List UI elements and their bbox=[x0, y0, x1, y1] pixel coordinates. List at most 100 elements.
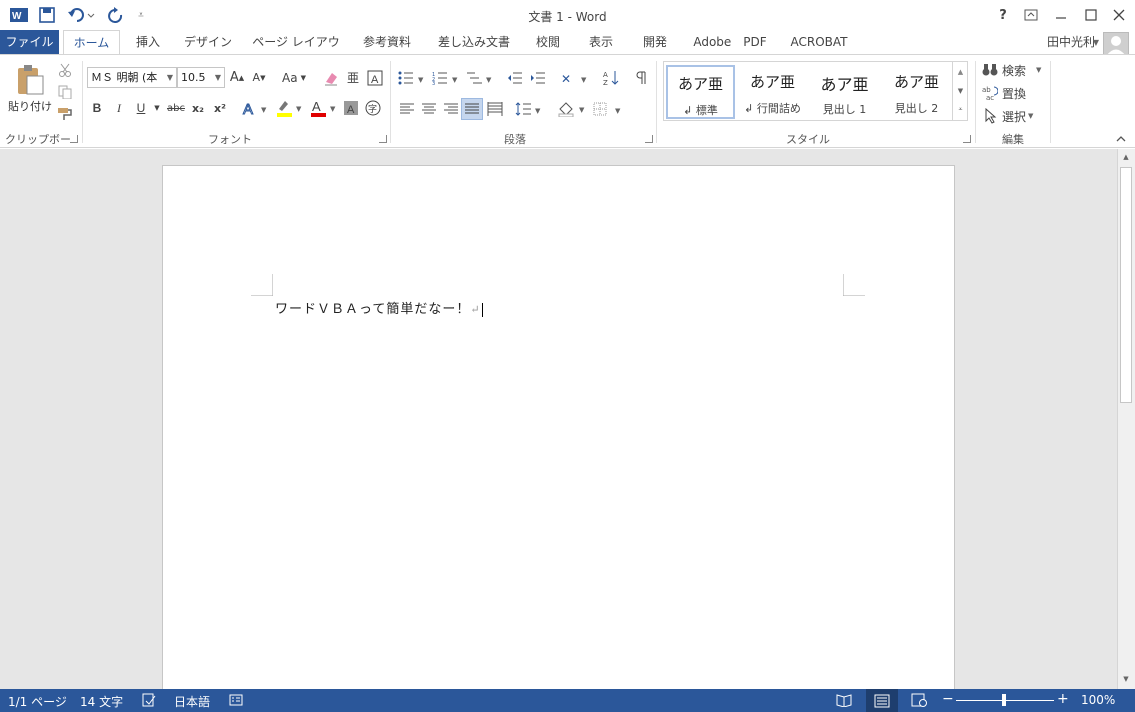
user-chevron-down-icon[interactable]: ▼ bbox=[1093, 38, 1099, 47]
subscript-button[interactable]: x₂ bbox=[189, 99, 207, 117]
title-bar: W ⩡ 文書 1 - Word ? bbox=[0, 0, 1135, 30]
maximize-button[interactable] bbox=[1076, 3, 1106, 27]
style-sample: あア亜 bbox=[893, 73, 939, 91]
scroll-up-icon[interactable]: ▲ bbox=[1120, 151, 1132, 163]
svg-text:A: A bbox=[603, 71, 608, 79]
zoom-in-icon[interactable]: + bbox=[1057, 691, 1069, 707]
collapse-ribbon-icon[interactable] bbox=[1114, 133, 1128, 145]
tab-developer[interactable]: 開発 bbox=[638, 30, 672, 54]
svg-text:✕: ✕ bbox=[561, 72, 571, 85]
macro-record-icon[interactable] bbox=[229, 693, 243, 710]
tab-review[interactable]: 校閲 bbox=[533, 30, 563, 54]
tab-mailings[interactable]: 差し込み文書 bbox=[436, 30, 512, 54]
align-right-icon[interactable] bbox=[441, 99, 461, 119]
bullets-icon[interactable]: ▼ bbox=[397, 67, 427, 88]
italic-button[interactable]: I bbox=[111, 99, 127, 117]
format-painter-icon[interactable] bbox=[56, 105, 74, 123]
group-separator bbox=[656, 61, 657, 143]
proofing-icon[interactable] bbox=[142, 693, 156, 710]
replace-button[interactable]: ab ac 置換 bbox=[982, 84, 1042, 102]
enclose-characters-icon[interactable]: 字 bbox=[364, 99, 382, 117]
clear-formatting-icon[interactable] bbox=[322, 67, 340, 88]
tab-view[interactable]: 表示 bbox=[585, 30, 617, 54]
asian-layout-icon[interactable]: ✕ ▼ bbox=[560, 67, 590, 88]
minimize-button[interactable] bbox=[1046, 3, 1076, 27]
sort-icon[interactable]: AZ bbox=[601, 67, 621, 88]
align-left-icon[interactable] bbox=[397, 99, 417, 119]
vertical-scrollbar[interactable]: ▲ ▼ bbox=[1117, 149, 1135, 689]
tab-adobe-pdf[interactable]: Adobe PDF bbox=[692, 30, 768, 54]
gallery-down-icon[interactable]: ▼ bbox=[953, 81, 968, 100]
tab-page-layout[interactable]: ページ レイアウト bbox=[252, 30, 340, 73]
font-name-combo[interactable]: ＭＳ 明朝 (本 ▼ bbox=[87, 67, 177, 88]
line-spacing-icon[interactable]: ▼ bbox=[514, 99, 544, 119]
page-count[interactable]: 1/1 ページ bbox=[8, 693, 67, 710]
find-button[interactable]: 検索 ▼ bbox=[982, 61, 1042, 79]
read-mode-icon[interactable] bbox=[836, 693, 852, 710]
tab-file[interactable]: ファイル bbox=[0, 30, 59, 54]
help-icon[interactable]: ? bbox=[988, 3, 1018, 27]
select-button[interactable]: 選択 ▼ bbox=[982, 107, 1042, 125]
ribbon-display-options-icon[interactable] bbox=[1016, 3, 1046, 27]
grow-font-button[interactable]: A ▲ bbox=[228, 67, 246, 88]
tab-acrobat[interactable]: ACROBAT bbox=[788, 30, 850, 54]
document-text[interactable]: ワードＶＢＡって簡単だなー！↵ bbox=[275, 298, 483, 317]
superscript-button[interactable]: x² bbox=[211, 99, 229, 117]
cut-icon[interactable] bbox=[56, 61, 74, 79]
scroll-down-icon[interactable]: ▼ bbox=[1120, 673, 1132, 685]
tab-insert[interactable]: 挿入 bbox=[130, 30, 166, 54]
document-page[interactable]: ワードＶＢＡって簡単だなー！↵ bbox=[162, 165, 955, 705]
font-color-icon[interactable]: A ▼ bbox=[308, 99, 338, 117]
borders-icon[interactable]: ▼ bbox=[592, 99, 624, 119]
change-case-label: Aa bbox=[282, 70, 298, 85]
language[interactable]: 日本語 bbox=[174, 693, 210, 710]
close-button[interactable] bbox=[1104, 3, 1134, 27]
zoom-level[interactable]: 100% bbox=[1081, 693, 1115, 707]
bold-button[interactable]: B bbox=[89, 99, 105, 117]
highlight-color-icon[interactable]: ▼ bbox=[274, 99, 304, 117]
paragraph-launcher-icon[interactable] bbox=[645, 135, 653, 143]
numbering-icon[interactable]: 1 2 3 ▼ bbox=[431, 67, 461, 88]
shading-icon[interactable]: ▼ bbox=[556, 99, 588, 119]
style-heading-2[interactable]: あア亜 見出し 2 bbox=[882, 65, 951, 119]
underline-button[interactable]: U bbox=[133, 99, 149, 117]
tab-home[interactable]: ホーム bbox=[63, 30, 120, 55]
change-case-button[interactable]: Aa ▼ bbox=[278, 67, 310, 88]
clipboard-launcher-icon[interactable] bbox=[70, 135, 78, 143]
gallery-more-icon[interactable]: ⩡ bbox=[953, 100, 968, 119]
justify-icon[interactable] bbox=[461, 98, 483, 120]
paste-button[interactable]: 貼り付け bbox=[8, 59, 52, 119]
styles-scroll: ▲ ▼ ⩡ bbox=[952, 62, 967, 120]
scroll-thumb[interactable] bbox=[1120, 167, 1132, 403]
tab-design[interactable]: デザイン bbox=[183, 30, 233, 54]
distributed-icon[interactable] bbox=[485, 99, 505, 119]
copy-icon[interactable] bbox=[56, 83, 74, 101]
shrink-font-label: A bbox=[252, 71, 261, 84]
web-layout-icon[interactable] bbox=[911, 693, 927, 710]
show-hide-marks-icon[interactable] bbox=[632, 67, 652, 88]
font-size-combo[interactable]: 10.5 ▼ bbox=[177, 67, 225, 88]
phonetic-guide-icon[interactable]: 亜 bbox=[344, 67, 362, 88]
shrink-font-button[interactable]: A ▼ bbox=[250, 67, 268, 88]
user-name[interactable]: 田中光利 bbox=[1047, 33, 1095, 50]
font-launcher-icon[interactable] bbox=[379, 135, 387, 143]
underline-chevron-down-icon[interactable]: ▼ bbox=[152, 99, 162, 117]
styles-launcher-icon[interactable] bbox=[963, 135, 971, 143]
align-center-icon[interactable] bbox=[419, 99, 439, 119]
style-normal[interactable]: あア亜 ↲ 標準 bbox=[666, 65, 735, 119]
text-effects-icon[interactable]: A ▼ bbox=[241, 99, 271, 117]
tab-references[interactable]: 参考資料 bbox=[358, 30, 416, 54]
gallery-up-icon[interactable]: ▲ bbox=[953, 62, 968, 81]
word-count[interactable]: 14 文字 bbox=[80, 693, 123, 710]
zoom-out-icon[interactable]: − bbox=[942, 691, 954, 707]
style-heading-1[interactable]: あア亜 見出し 1 bbox=[810, 65, 879, 119]
character-border-icon[interactable]: A bbox=[366, 67, 384, 88]
decrease-indent-icon[interactable] bbox=[505, 67, 525, 88]
print-layout-icon[interactable] bbox=[866, 689, 898, 712]
style-no-spacing[interactable]: あア亜 ↲ 行間詰め bbox=[738, 65, 807, 119]
zoom-slider-thumb[interactable] bbox=[1002, 694, 1006, 706]
increase-indent-icon[interactable] bbox=[528, 67, 548, 88]
character-shading-icon[interactable]: A bbox=[342, 99, 360, 117]
strikethrough-button[interactable]: abc bbox=[166, 99, 186, 117]
multilevel-list-icon[interactable]: ▼ bbox=[465, 67, 495, 88]
